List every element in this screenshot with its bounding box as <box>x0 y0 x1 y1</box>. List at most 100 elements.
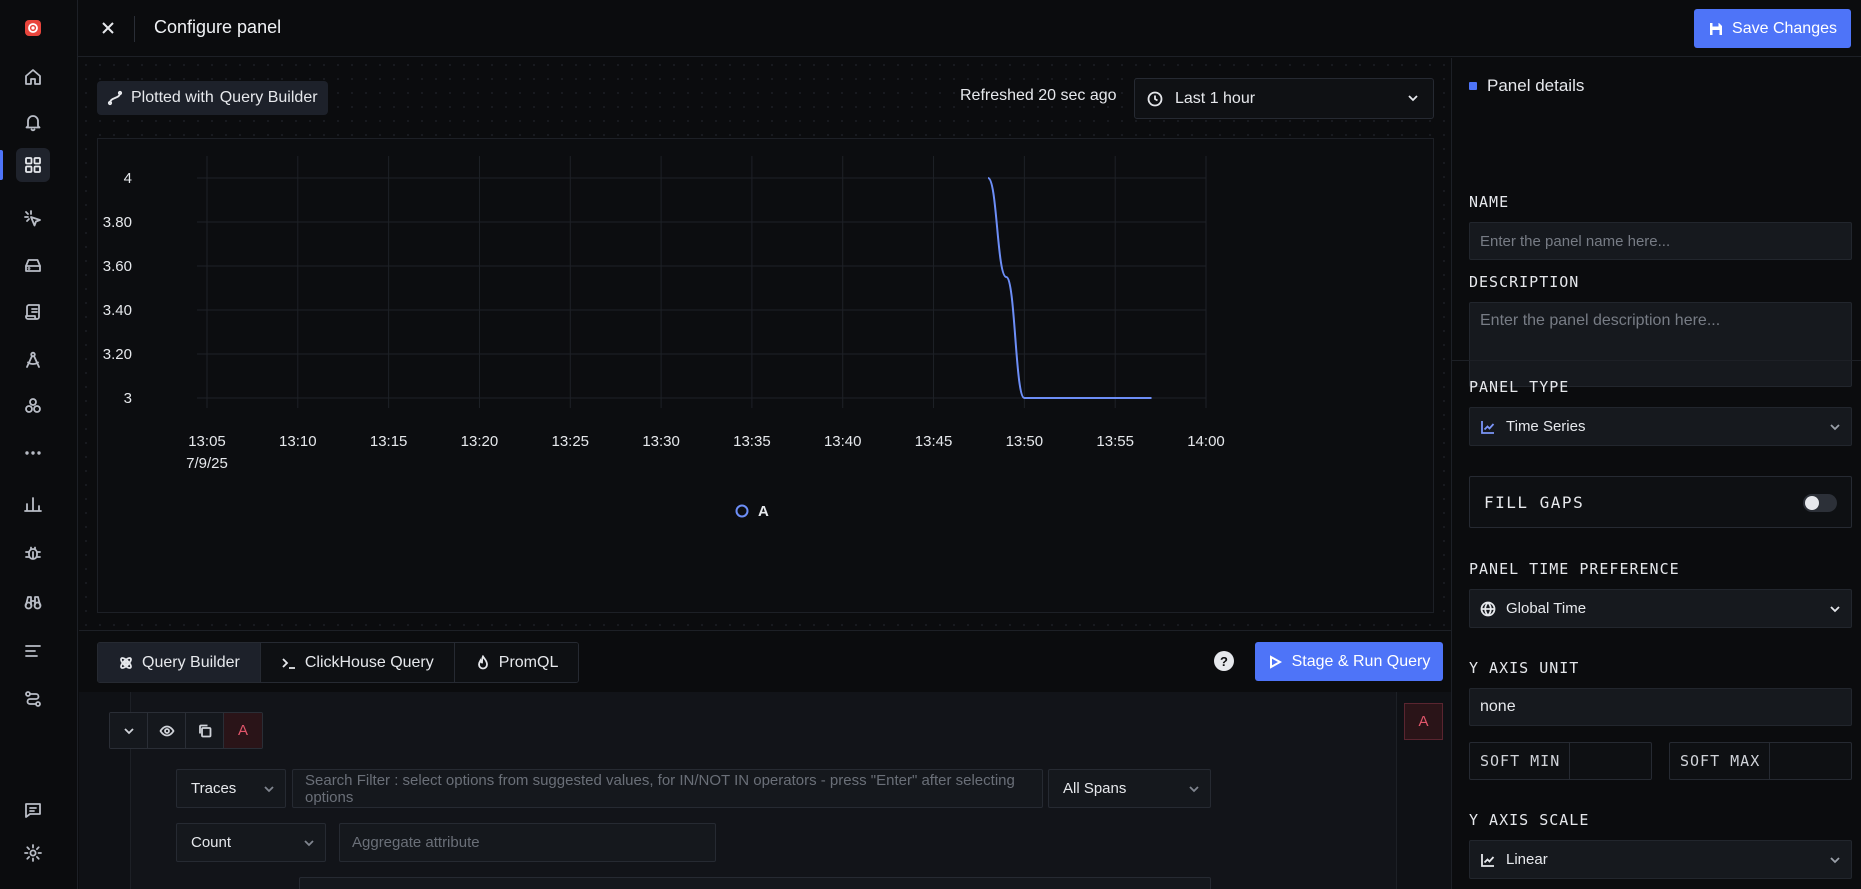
legend-marker <box>735 504 749 518</box>
tab-promql[interactable]: PromQL <box>454 643 579 682</box>
tab-query-builder[interactable]: Query Builder <box>98 643 261 682</box>
toggle-knob <box>1805 496 1819 510</box>
time-range-value: Last 1 hour <box>1175 89 1256 107</box>
plotted-with-prefix: Plotted with <box>131 89 214 106</box>
traces-compass-icon[interactable] <box>16 343 50 377</box>
flame-icon <box>477 654 488 669</box>
aggregate-operator-select[interactable]: Count <box>176 823 326 862</box>
query-letter-badge[interactable]: A <box>224 713 262 748</box>
soft-max-label: SOFT MAX <box>1670 743 1770 779</box>
chevron-down-icon <box>1408 95 1418 102</box>
services-cluster-icon[interactable] <box>16 389 50 423</box>
eye-icon <box>158 725 175 736</box>
section-divider <box>1452 360 1861 361</box>
save-changes-label: Save Changes <box>1732 19 1837 37</box>
x-tick-label: 13:45 <box>915 433 953 450</box>
tab-label: PromQL <box>498 653 559 671</box>
panel-description-textarea[interactable]: Enter the panel description here... <box>1469 302 1852 387</box>
duplicate-query-button[interactable] <box>186 713 224 748</box>
y-axis-scale-label: Y AXIS SCALE <box>1469 811 1590 829</box>
more-dots-icon[interactable] <box>16 436 50 470</box>
chevron-down-icon <box>264 786 274 793</box>
integrations-icon[interactable] <box>16 682 50 716</box>
data-source-select[interactable]: Traces <box>176 769 286 808</box>
line-chart-icon <box>1481 853 1495 867</box>
x-tick-label: 13:05 <box>188 433 226 450</box>
copy-icon <box>198 724 211 737</box>
save-floppy-icon <box>1710 22 1723 35</box>
time-series-chart[interactable]: 3 3.20 3.40 3.60 3.80 4 13:05 7/9/25 13:10 13:15… <box>97 138 1434 613</box>
x-tick-label: 13:40 <box>824 433 862 450</box>
x-tick-label: 13:10 <box>279 433 317 450</box>
tab-clickhouse-query[interactable]: ClickHouse Query <box>260 643 455 682</box>
legend-label: A <box>758 503 769 520</box>
collapse-query-button[interactable] <box>110 713 148 748</box>
soft-min-label: SOFT MIN <box>1470 743 1570 779</box>
exceptions-bug-icon[interactable] <box>16 536 50 570</box>
explorer-cursor-icon[interactable] <box>16 202 50 236</box>
tab-label: ClickHouse Query <box>304 653 434 671</box>
clock-icon <box>1147 91 1163 106</box>
storage-drive-icon[interactable] <box>16 248 50 282</box>
x-tick-label: 14:00 <box>1187 433 1225 450</box>
search-filter-input[interactable]: Search Filter : select options from sugg… <box>292 769 1043 808</box>
span-scope-value: All Spans <box>1063 780 1127 797</box>
next-row-input[interactable] <box>299 877 1211 889</box>
help-icon[interactable]: ? <box>1214 651 1234 671</box>
page-title: Configure panel <box>154 17 282 37</box>
dashboards-icon[interactable] <box>16 148 50 182</box>
name-label: NAME <box>1469 193 1510 211</box>
settings-gear-icon[interactable] <box>16 836 50 870</box>
fill-gaps-label: FILL GAPS <box>1484 493 1585 512</box>
fill-gaps-toggle[interactable] <box>1803 494 1837 512</box>
aggregate-attribute-input[interactable]: Aggregate attribute <box>339 823 716 862</box>
y-tick-label: 3 <box>124 390 132 407</box>
x-tick-label: 13:25 <box>551 433 589 450</box>
panel-time-preference-select[interactable]: Global Time <box>1469 589 1852 628</box>
y-axis-unit-input[interactable]: none <box>1469 688 1852 726</box>
nav-active-indicator <box>0 150 3 180</box>
span-scope-select[interactable]: All Spans <box>1048 769 1211 808</box>
y-axis-scale-select[interactable]: Linear <box>1469 840 1852 879</box>
toggle-visibility-button[interactable] <box>148 713 186 748</box>
panel-time-preference-value: Global Time <box>1506 600 1587 617</box>
panel-name-input[interactable]: Enter the panel name here... <box>1469 222 1852 260</box>
y-tick-label: 3.20 <box>103 346 132 363</box>
y-tick-label: 3.40 <box>103 302 132 319</box>
description-label: DESCRIPTION <box>1469 273 1580 291</box>
soft-max-field[interactable]: SOFT MAX <box>1669 742 1852 780</box>
pipelines-lines-icon[interactable] <box>16 634 50 668</box>
alerts-bell-icon[interactable] <box>16 105 50 139</box>
home-icon[interactable] <box>16 60 50 94</box>
series-line-A <box>987 177 1152 399</box>
logs-scroll-icon[interactable] <box>16 295 50 329</box>
stage-and-run-query-button[interactable]: Stage & Run Query <box>1255 642 1443 681</box>
panel-type-value: Time Series <box>1506 418 1586 435</box>
x-tick-label: 13:50 <box>1006 433 1044 450</box>
close-button[interactable] <box>96 16 120 40</box>
save-changes-button[interactable]: Save Changes <box>1694 9 1851 48</box>
metrics-bar-chart-icon[interactable] <box>16 487 50 521</box>
panel-type-select[interactable]: Time Series <box>1469 407 1852 446</box>
feedback-message-icon[interactable] <box>16 793 50 827</box>
play-icon <box>1269 654 1282 669</box>
query-letter-right-badge[interactable]: A <box>1404 703 1443 740</box>
y-tick-label: 4 <box>124 170 132 187</box>
chart-svg: 3 3.20 3.40 3.60 3.80 4 13:05 7/9/25 13:10 13:15… <box>103 156 1225 520</box>
soft-min-field[interactable]: SOFT MIN <box>1469 742 1652 780</box>
panel-type-label: PANEL TYPE <box>1469 378 1570 396</box>
time-range-select[interactable]: Last 1 hour <box>1134 78 1434 119</box>
query-type-tabs: Query Builder ClickHouse Query PromQL <box>97 642 580 683</box>
x-tick-label: 13:20 <box>461 433 499 450</box>
data-source-value: Traces <box>191 780 237 797</box>
binoculars-icon[interactable] <box>16 585 50 619</box>
app-logo[interactable] <box>16 11 50 45</box>
panel-details-header: Panel details <box>1469 76 1584 96</box>
plotted-with-value: Query Builder <box>219 89 318 106</box>
chevron-down-icon <box>123 727 134 734</box>
tab-label: Query Builder <box>142 653 240 671</box>
x-tick-label: 13:30 <box>642 433 680 450</box>
y-tick-label: 3.60 <box>103 258 132 275</box>
query-tabs-row: Query Builder ClickHouse Query PromQL ? … <box>79 630 1451 692</box>
query-builder: A A Traces Search Filter : select option… <box>79 692 1451 889</box>
